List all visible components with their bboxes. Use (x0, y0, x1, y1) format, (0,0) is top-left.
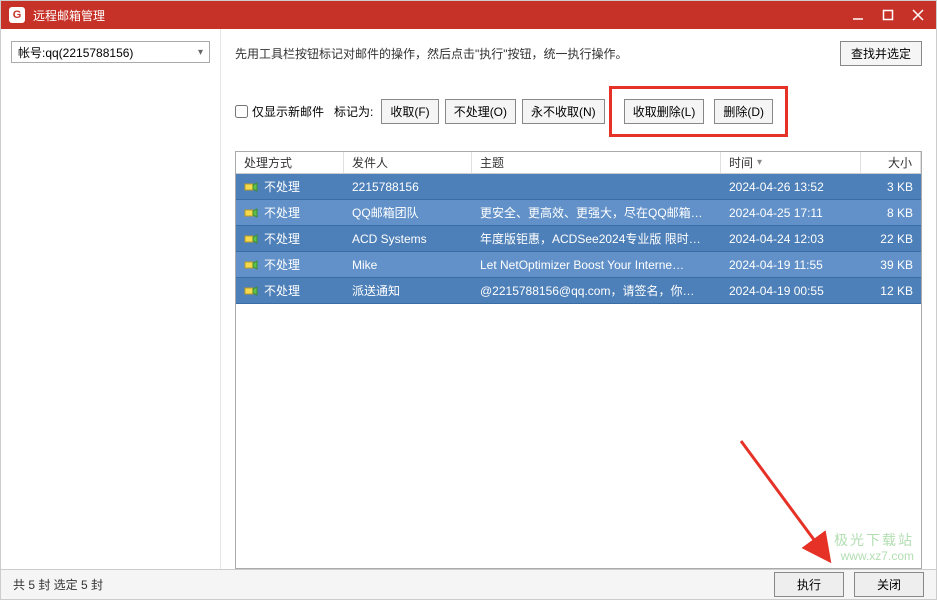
table-row[interactable]: 不处理2215788156 2024-04-26 13:523 KB (236, 174, 921, 200)
cell-size: 39 KB (861, 258, 921, 272)
cell-action: 不处理 (236, 282, 344, 299)
table-row[interactable]: 不处理MikeLet NetOptimizer Boost Your Inter… (236, 252, 921, 278)
cell-time: 2024-04-26 13:52 (721, 180, 861, 194)
account-select[interactable]: 帐号:qq(2215788156) ▾ (11, 41, 210, 63)
delete-button[interactable]: 删除(D) (714, 99, 773, 124)
fetch-button[interactable]: 收取(F) (381, 99, 438, 124)
cell-action: 不处理 (236, 230, 344, 247)
fetch-delete-button[interactable]: 收取删除(L) (624, 99, 705, 124)
help-row: 先用工具栏按钮标记对邮件的操作，然后点击"执行"按钮，统一执行操作。 查找并选定 (235, 41, 922, 66)
account-select-label: 帐号:qq(2215788156) (18, 44, 133, 61)
sort-desc-icon: ▾ (757, 157, 762, 168)
cell-sender: ACD Systems (344, 232, 472, 246)
right-panel: 先用工具栏按钮标记对邮件的操作，然后点击"执行"按钮，统一执行操作。 查找并选定… (221, 29, 936, 569)
cell-sender: 2215788156 (344, 180, 472, 194)
status-counts: 共 5 封 选定 5 封 (13, 576, 764, 593)
col-subject[interactable]: 主题 (472, 152, 721, 173)
content: 帐号:qq(2215788156) ▾ 先用工具栏按钮标记对邮件的操作，然后点击… (1, 29, 936, 569)
show-new-only-input[interactable] (235, 105, 248, 118)
col-sender[interactable]: 发件人 (344, 152, 472, 173)
titlebar: G 远程邮箱管理 (1, 1, 936, 29)
close-dialog-button[interactable]: 关闭 (854, 572, 924, 597)
cell-sender: Mike (344, 258, 472, 272)
cell-sender: QQ邮箱团队 (344, 204, 472, 221)
cell-action: 不处理 (236, 256, 344, 273)
find-select-button[interactable]: 查找并选定 (840, 41, 922, 66)
cell-size: 22 KB (861, 232, 921, 246)
help-text: 先用工具栏按钮标记对邮件的操作，然后点击"执行"按钮，统一执行操作。 (235, 45, 840, 62)
close-button[interactable] (908, 5, 928, 25)
noaction-button[interactable]: 不处理(O) (445, 99, 516, 124)
show-new-only-checkbox[interactable]: 仅显示新邮件 (235, 103, 324, 120)
statusbar: 共 5 封 选定 5 封 执行 关闭 (1, 569, 936, 599)
execute-button[interactable]: 执行 (774, 572, 844, 597)
cell-size: 12 KB (861, 284, 921, 298)
col-size[interactable]: 大小 (861, 152, 921, 173)
cell-subject: Let NetOptimizer Boost Your Interne… (472, 258, 721, 272)
col-action[interactable]: 处理方式 (236, 152, 344, 173)
cell-sender: 派送通知 (344, 282, 472, 299)
app-icon: G (9, 7, 25, 23)
mail-icon (244, 258, 258, 272)
mark-as-label: 标记为: (334, 103, 373, 120)
mail-table: 处理方式 发件人 主题 时间 ▾ 大小 不处理22157881562024-04… (235, 151, 922, 569)
cell-size: 3 KB (861, 180, 921, 194)
cell-subject: 年度版钜惠，ACDSee2024专业版 限时… (472, 230, 721, 247)
cell-action: 不处理 (236, 204, 344, 221)
maximize-button[interactable] (878, 5, 898, 25)
annotation-highlight-box: 收取删除(L) 删除(D) (609, 86, 788, 137)
toolbar-row: 仅显示新邮件 标记为: 收取(F) 不处理(O) 永不收取(N) 收取删除(L)… (235, 86, 922, 137)
table-body: 不处理22157881562024-04-26 13:523 KB不处理QQ邮箱… (236, 174, 921, 304)
cell-action: 不处理 (236, 178, 344, 195)
window-buttons (848, 5, 928, 25)
show-new-only-label: 仅显示新邮件 (252, 103, 324, 120)
table-header: 处理方式 发件人 主题 时间 ▾ 大小 (236, 152, 921, 174)
col-time-label: 时间 (729, 154, 753, 171)
mail-icon (244, 284, 258, 298)
left-panel: 帐号:qq(2215788156) ▾ (1, 29, 221, 569)
table-row[interactable]: 不处理ACD Systems年度版钜惠，ACDSee2024专业版 限时…202… (236, 226, 921, 252)
cell-time: 2024-04-19 00:55 (721, 284, 861, 298)
cell-subject: 更安全、更高效、更强大，尽在QQ邮箱… (472, 204, 721, 221)
window-title: 远程邮箱管理 (33, 7, 848, 24)
minimize-button[interactable] (848, 5, 868, 25)
col-time[interactable]: 时间 ▾ (721, 152, 861, 173)
cell-time: 2024-04-24 12:03 (721, 232, 861, 246)
mail-icon (244, 232, 258, 246)
mail-icon (244, 180, 258, 194)
mail-icon (244, 206, 258, 220)
chevron-down-icon: ▾ (198, 47, 203, 58)
table-row[interactable]: 不处理派送通知@2215788156@qq.com，请签名，你…2024-04-… (236, 278, 921, 304)
never-fetch-button[interactable]: 永不收取(N) (522, 99, 605, 124)
cell-subject: @2215788156@qq.com，请签名，你… (472, 282, 721, 299)
table-row[interactable]: 不处理QQ邮箱团队更安全、更高效、更强大，尽在QQ邮箱…2024-04-25 1… (236, 200, 921, 226)
cell-time: 2024-04-25 17:11 (721, 206, 861, 220)
cell-size: 8 KB (861, 206, 921, 220)
cell-time: 2024-04-19 11:55 (721, 258, 861, 272)
